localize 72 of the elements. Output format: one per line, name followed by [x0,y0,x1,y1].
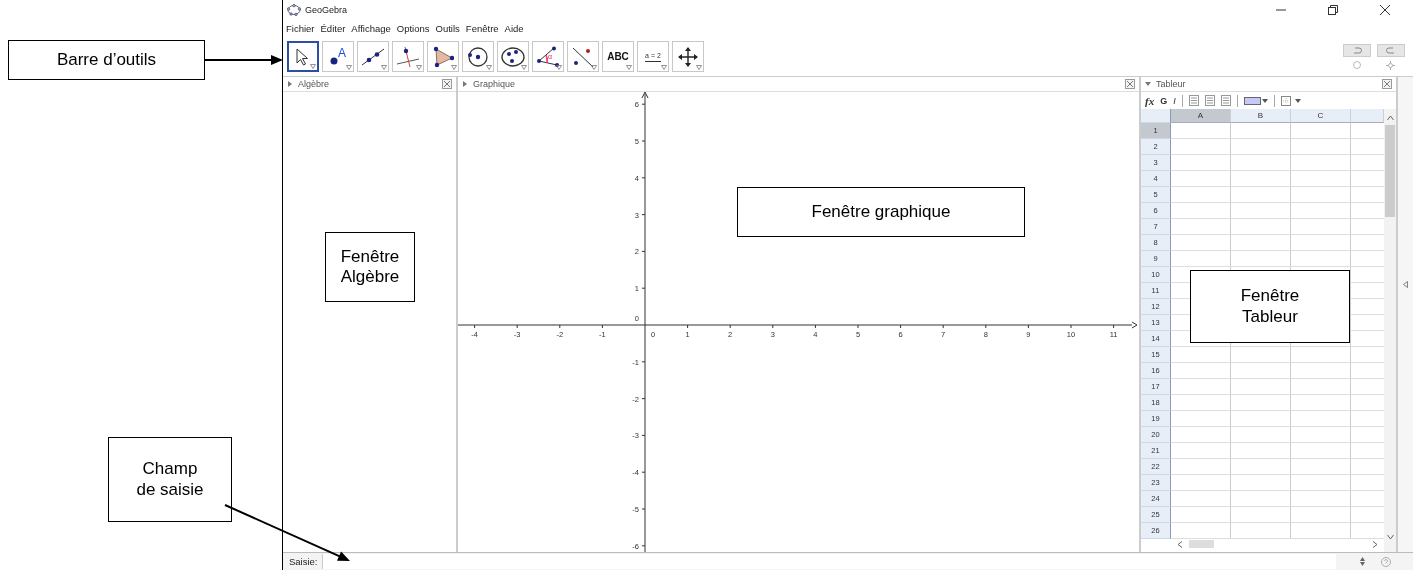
align-icon[interactable] [1220,95,1231,106]
tool-button[interactable]: A [322,41,354,72]
restore-icon[interactable] [1328,5,1338,15]
dropdown-triangle-icon [521,65,527,70]
dropdown-triangle-icon [661,65,667,70]
panel-title: Graphique [473,79,516,89]
app-logo-icon [287,4,301,16]
panel-toggle-icon[interactable] [287,81,293,87]
dropdown-triangle-icon [626,65,632,70]
dropdown-triangle-icon [486,65,492,70]
input-label: Saisie: [288,556,318,567]
panel-toggle-icon[interactable] [1145,81,1151,87]
dropdown-triangle-icon [591,65,597,70]
dropdown-triangle-icon [381,65,387,70]
sort-arrows-icon[interactable] [1360,557,1365,566]
scroll-left-icon[interactable] [1177,540,1183,548]
border-icon[interactable] [1280,95,1303,106]
menu-item[interactable]: Éditer [320,23,346,34]
scroll-down-icon[interactable] [1386,534,1394,540]
corner-cell[interactable] [1141,109,1171,123]
style-button[interactable]: G [1160,95,1168,106]
scroll-up-icon[interactable] [1386,115,1394,121]
triangle-icon [432,45,454,68]
callout-box: Fenêtre graphique [737,187,1025,237]
point-label: A [338,45,346,60]
menu-item[interactable]: Affichage [351,23,391,34]
callout-box: Barre d’outils [8,40,205,80]
window-title: GeoGebra [305,5,348,15]
fill-color-icon[interactable] [1243,96,1268,105]
menu-item[interactable]: Options [396,23,430,34]
dropdown-triangle-icon [310,64,316,69]
move-arrows-icon [678,46,698,67]
tool-button[interactable]: ABC [602,41,634,72]
column-header[interactable]: C [1291,109,1351,123]
menu-item[interactable]: Outils [435,23,460,34]
menu-item[interactable]: Fenêtre [465,23,499,34]
scrollbar-thumb[interactable] [1385,125,1395,217]
column-header[interactable]: B [1231,109,1291,123]
panel-title: Algèbre [298,79,330,89]
dropdown-triangle-icon [556,65,562,70]
align-icon[interactable] [1204,95,1215,106]
dropdown-triangle-icon [451,65,457,70]
scroll-right-icon[interactable] [1372,540,1378,548]
dropdown-triangle-icon [416,65,422,70]
line-icon [361,46,385,67]
callout-box: Fenêtre Tableur [1190,270,1350,343]
undo-icon [1352,46,1362,54]
ellipse-icon [501,45,525,68]
tool-button[interactable] [287,41,319,72]
menu-item[interactable]: Fichier [286,23,315,34]
style-button[interactable]: fx [1145,94,1155,107]
close-icon[interactable] [1380,5,1390,15]
callout-box: Fenêtre Algèbre [325,232,415,302]
perpendicular-lines-icon [396,45,420,68]
expand-triangle-icon[interactable] [1403,281,1408,288]
point-icon [330,56,338,65]
dropdown-triangle-icon [346,65,352,70]
tool-text-label: ABC [607,51,629,62]
input-field[interactable] [321,554,1336,569]
style-button[interactable]: I [1173,95,1176,106]
circle-icon [467,45,489,68]
panel-toggle-icon[interactable] [462,81,468,87]
callout-box: Champ de saisie [108,437,232,522]
settings-icon[interactable] [1386,60,1396,70]
dropdown-triangle-icon [696,65,702,70]
redo-icon [1386,46,1396,54]
scrollbar-thumb[interactable] [1189,540,1214,548]
panel-title: Tableur [1156,79,1186,89]
align-icon[interactable] [1188,95,1199,106]
menu-item[interactable]: Aide [504,23,524,34]
column-header[interactable]: A [1171,109,1231,123]
cursor-arrow-icon [295,47,311,66]
